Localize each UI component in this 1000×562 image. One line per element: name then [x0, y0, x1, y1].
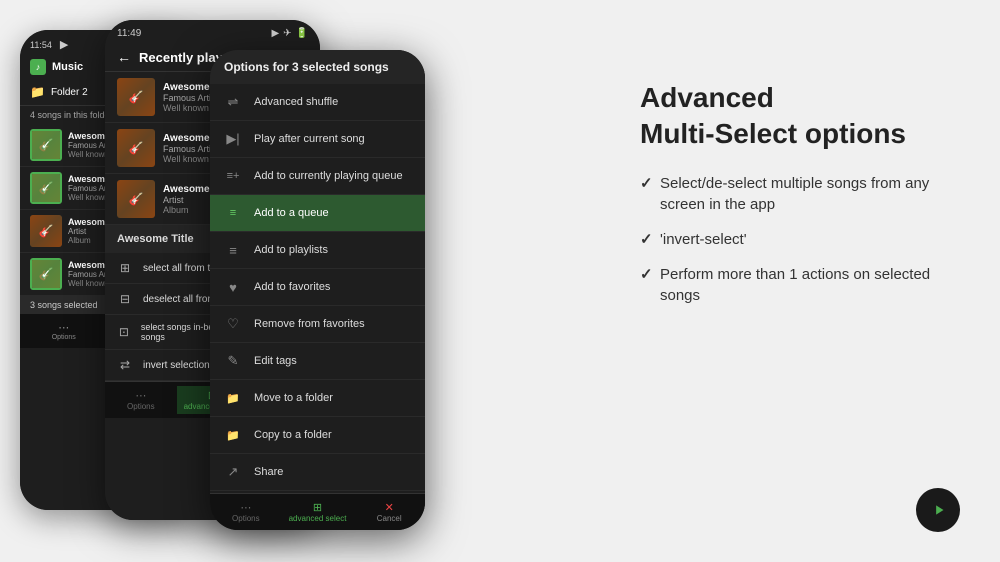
- airplane-icon: ✈: [283, 28, 291, 39]
- playlists-icon: ≡: [224, 241, 242, 259]
- song-thumbnail: [117, 129, 155, 167]
- menu-item-shuffle[interactable]: ⇌ Advanced shuffle: [210, 84, 425, 121]
- back-arrow-icon[interactable]: ←: [117, 49, 131, 65]
- folder-name: Folder 2: [51, 87, 88, 98]
- back-time: 11:54: [30, 40, 52, 50]
- mid-bottom-options[interactable]: ⋯ Options: [105, 386, 177, 414]
- play-after-icon: ▶|: [224, 130, 242, 148]
- menu-item-move-folder[interactable]: 📁 Move to a folder: [210, 380, 425, 417]
- front-bottom-options[interactable]: ⋯ Options: [210, 498, 282, 526]
- edit-tags-label: Edit tags: [254, 355, 297, 367]
- front-bottom-bar: ⋯ Options ⊞ advanced select ✕ Cancel: [210, 493, 425, 530]
- move-folder-icon: 📁: [224, 389, 242, 407]
- playlists-label: Add to playlists: [254, 244, 328, 256]
- logo-icon: [927, 499, 949, 521]
- song-thumbnail: [30, 215, 62, 247]
- phone-front: Options for 3 selected songs ⇌ Advanced …: [210, 50, 425, 530]
- menu-item-playlists[interactable]: ≡ Add to playlists: [210, 232, 425, 269]
- menu-item-copy-folder[interactable]: 📁 Copy to a folder: [210, 417, 425, 454]
- menu-item-add-queue[interactable]: ≡+ Add to currently playing queue: [210, 158, 425, 195]
- music-icon: ♪: [30, 59, 46, 75]
- remove-fav-icon: ♡: [224, 315, 242, 333]
- feature-list: Select/de-select multiple songs from any…: [640, 173, 960, 306]
- add-queue-icon: ≡+: [224, 167, 242, 185]
- status-icons: ▶ ✈ 🔋: [271, 28, 308, 39]
- main-title: Advanced Multi-Select options: [640, 80, 960, 153]
- menu-item-edit-tags[interactable]: ✎ Edit tags: [210, 343, 425, 380]
- app-logo: [916, 488, 960, 532]
- options-icon: ⋯: [58, 321, 69, 334]
- menu-item-share[interactable]: ↗ Share: [210, 454, 425, 491]
- play-after-label: Play after current song: [254, 133, 365, 145]
- share-label: Share: [254, 466, 283, 478]
- wifi-icon: ▶: [271, 28, 279, 39]
- bottom-options[interactable]: ⋯ Options: [20, 318, 108, 344]
- add-to-queue-icon: ≡: [224, 204, 242, 222]
- folder-icon: 📁: [30, 85, 45, 99]
- song-thumbnail: [117, 180, 155, 218]
- back-header-title: Music: [52, 61, 83, 73]
- add-to-queue-label: Add to a queue: [254, 207, 329, 219]
- front-options-icon: ⋯: [240, 501, 251, 514]
- context-invert-label: invert selection: [143, 360, 210, 371]
- front-bottom-advanced[interactable]: ⊞ advanced select: [282, 498, 354, 526]
- add-fav-icon: ♥: [224, 278, 242, 296]
- remove-fav-label: Remove from favorites: [254, 318, 365, 330]
- shuffle-label: Advanced shuffle: [254, 96, 338, 108]
- mid-time: 11:49: [117, 28, 141, 39]
- select-all-icon: ⊞: [117, 260, 133, 276]
- menu-item-add-to-queue[interactable]: ≡ Add to a queue: [210, 195, 425, 232]
- song-thumbnail: [117, 78, 155, 116]
- share-icon: ↗: [224, 463, 242, 481]
- front-bottom-cancel[interactable]: ✕ Cancel: [353, 498, 425, 526]
- song-thumbnail: ✓: [30, 129, 62, 161]
- menu-item-add-favorites[interactable]: ♥ Add to favorites: [210, 269, 425, 306]
- feature-item-3: Perform more than 1 actions on selected …: [640, 264, 960, 306]
- battery-icon: 🔋: [296, 28, 308, 39]
- front-cancel-icon: ✕: [385, 501, 394, 514]
- copy-folder-icon: 📁: [224, 426, 242, 444]
- front-advanced-icon: ⊞: [313, 501, 322, 514]
- select-between-icon: ⊡: [117, 324, 131, 340]
- right-panel: Advanced Multi-Select options Select/de-…: [640, 80, 960, 320]
- options-header: Options for 3 selected songs: [210, 50, 425, 84]
- deselect-all-icon: ⊟: [117, 291, 133, 307]
- copy-folder-label: Copy to a folder: [254, 429, 332, 441]
- menu-item-play-after[interactable]: ▶| Play after current song: [210, 121, 425, 158]
- move-folder-label: Move to a folder: [254, 392, 333, 404]
- add-queue-label: Add to currently playing queue: [254, 170, 403, 182]
- feature-item-1: Select/de-select multiple songs from any…: [640, 173, 960, 215]
- song-thumbnail: ✓: [30, 172, 62, 204]
- shuffle-icon: ⇌: [224, 93, 242, 111]
- mid-phone-status: 11:49 ▶ ✈ 🔋: [105, 20, 320, 43]
- song-thumbnail: ✓: [30, 258, 62, 290]
- mid-options-icon: ⋯: [135, 389, 146, 402]
- invert-icon: ⇄: [117, 357, 133, 373]
- edit-tags-icon: ✎: [224, 352, 242, 370]
- add-fav-label: Add to favorites: [254, 281, 330, 293]
- feature-item-2: 'invert-select': [640, 229, 960, 250]
- selection-count: 3 songs selected: [30, 300, 98, 310]
- menu-item-remove-favorites[interactable]: ♡ Remove from favorites: [210, 306, 425, 343]
